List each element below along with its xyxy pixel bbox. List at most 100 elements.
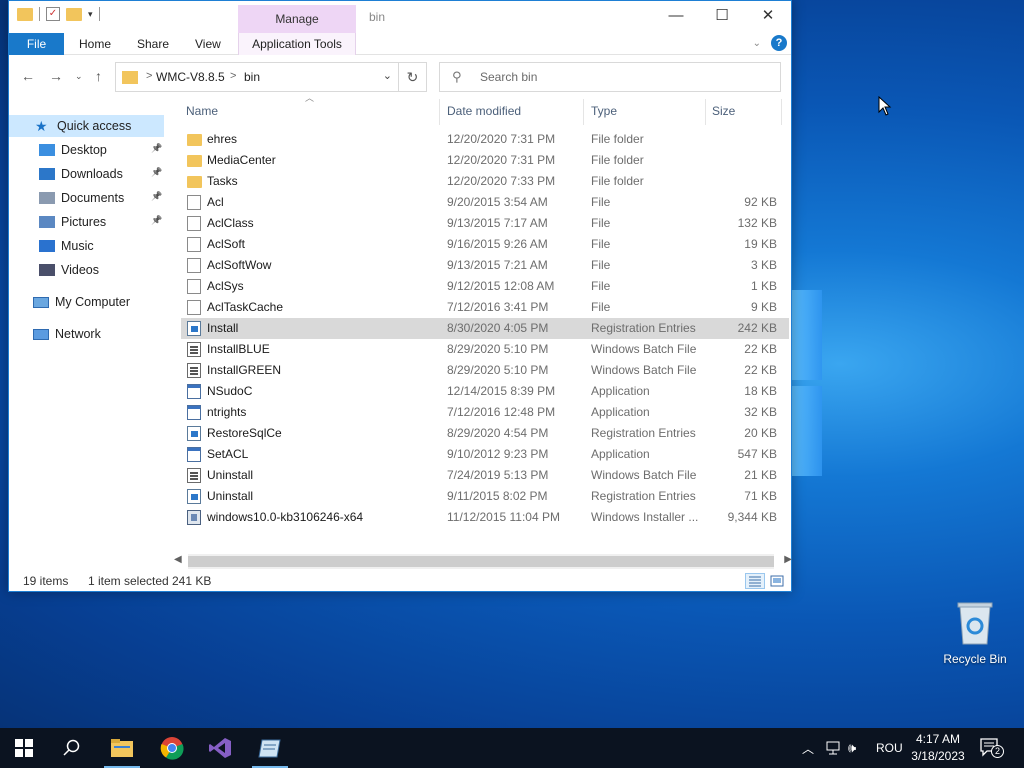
file-row[interactable]: AclSoftWow 9/13/2015 7:21 AM File 3 KB [181,255,789,276]
address-history-chevron-icon[interactable]: ⌄ [383,69,392,82]
action-center-button[interactable]: 2 [978,736,1004,760]
nav-my-computer[interactable]: My Computer [33,291,130,313]
breadcrumb-wmc[interactable]: WMC-V8.8.5 [156,70,225,84]
system-clock[interactable]: 4:17 AM 3/18/2023 [904,731,972,765]
show-hidden-icons-chevron-icon[interactable]: ︿ [802,728,814,768]
input-language[interactable]: ROU [876,728,903,768]
file-name: Install [207,321,239,335]
customize-toolbar-chevron-icon[interactable]: ▾ [88,9,93,20]
help-icon[interactable]: ? [771,35,787,51]
file-row[interactable]: ehres 12/20/2020 7:31 PM File folder [181,129,789,150]
tab-file[interactable]: File [9,33,64,55]
sidebar-item-music[interactable]: Music [39,235,94,257]
search-input[interactable]: Search bin [480,70,537,84]
navigation-pane: ★ Quick access Desktop 📌 Downloads 📌 Documen… [9,105,169,559]
file-date: 9/11/2015 8:02 PM [447,489,548,503]
column-header-type[interactable]: Type [591,97,617,125]
folder-icon [17,7,33,21]
file-name: NSudoC [207,384,253,398]
close-button[interactable]: ✕ [745,1,791,31]
expand-ribbon-chevron-icon[interactable]: ⌄ [753,38,761,49]
volume-icon[interactable]: 🕪 [848,728,856,768]
taskbar-visual-studio[interactable] [196,728,244,768]
tab-view[interactable]: View [185,33,231,55]
file-row[interactable]: InstallGREEN 8/29/2020 5:10 PM Windows Bat… [181,360,789,381]
refresh-icon[interactable]: ↻ [398,63,426,91]
taskbar-notepad[interactable] [246,728,294,768]
file-row[interactable]: windows10.0-kb3106246-x64 11/12/2015 11:0… [181,507,789,528]
file-file-icon [187,258,201,273]
address-bar[interactable]: > WMC-V8.8.5 > bin ⌄ ↻ [115,62,427,92]
scrollbar-thumb[interactable] [188,556,774,567]
sidebar-item-downloads[interactable]: Downloads [39,163,123,185]
file-name: ntrights [207,405,247,419]
search-button[interactable] [48,728,96,768]
column-header-size[interactable]: Size [712,97,735,125]
column-header-name[interactable]: Name [186,97,218,125]
file-type: File [591,300,611,314]
new-folder-icon[interactable] [66,7,82,21]
back-arrow-icon[interactable]: ← [21,68,35,84]
pin-icon[interactable]: 📌 [151,215,162,226]
sidebar-item-videos[interactable]: Videos [39,259,99,281]
file-type: Application [591,405,650,419]
pin-icon[interactable]: 📌 [151,167,162,178]
sidebar-item-desktop[interactable]: Desktop [39,139,107,161]
properties-icon[interactable]: ✓ [46,7,60,21]
sidebar-item-pictures[interactable]: Pictures [39,211,106,233]
details-view-button[interactable] [745,573,765,589]
folder-icon [187,176,202,188]
minimize-button[interactable]: — [653,1,699,31]
forward-arrow-icon[interactable]: → [49,68,63,84]
breadcrumb-separator: > [146,70,153,82]
column-header-date[interactable]: Date modified [447,97,521,125]
file-row[interactable]: InstallBLUE 8/29/2020 5:10 PM Windows Batc… [181,339,789,360]
taskbar-chrome[interactable] [148,728,196,768]
file-row[interactable]: SetACL 9/10/2012 9:23 PM Application 547 KB [181,444,789,465]
start-icon [15,739,33,757]
search-icon: ⚲ [452,69,462,84]
file-row[interactable]: AclSoft 9/16/2015 9:26 AM File 19 KB [181,234,789,255]
file-date: 12/20/2020 7:31 PM [447,132,556,146]
file-date: 8/30/2020 4:05 PM [447,321,549,335]
scroll-left-icon[interactable]: ◀ [174,554,182,565]
nav-quick-access[interactable]: ★ Quick access [9,115,164,137]
nav-network[interactable]: Network [33,323,101,345]
file-row[interactable]: AclTaskCache 7/12/2016 3:41 PM File 9 KB [181,297,789,318]
scroll-right-icon[interactable]: ▶ [784,554,792,565]
file-row[interactable]: Install 8/30/2020 4:05 PM Registration Ent… [181,318,789,339]
file-row[interactable]: NSudoC 12/14/2015 8:39 PM Application 18 KB [181,381,789,402]
status-bar: 19 items 1 item selected 241 KB [9,571,791,591]
up-arrow-icon[interactable]: ↑ [95,68,102,84]
tab-application-tools[interactable]: Application Tools [238,33,356,55]
large-icons-view-button[interactable] [767,573,787,589]
file-row[interactable]: Acl 9/20/2015 3:54 AM File 92 KB [181,192,789,213]
file-row[interactable]: AclClass 9/13/2015 7:17 AM File 132 KB [181,213,789,234]
tab-manage[interactable]: Manage [238,5,356,33]
maximize-button[interactable]: ☐ [699,1,745,31]
file-row[interactable]: Uninstall 7/24/2019 5:13 PM Windows Batch … [181,465,789,486]
file-type: Registration Entries [591,426,696,440]
pin-icon[interactable]: 📌 [151,143,162,154]
file-row[interactable]: Tasks 12/20/2020 7:33 PM File folder [181,171,789,192]
documents-icon [39,192,55,204]
recycle-bin-shortcut[interactable]: Recycle Bin [938,600,1012,666]
start-button[interactable] [0,728,48,768]
pin-icon[interactable]: 📌 [151,191,162,202]
recent-locations-chevron-icon[interactable]: ⌄ [75,71,83,82]
file-row[interactable]: AclSys 9/12/2015 12:08 AM File 1 KB [181,276,789,297]
sort-ascending-icon: ︿ [305,93,315,103]
horizontal-scrollbar[interactable]: ◀ ▶ [172,553,792,570]
breadcrumb-bin[interactable]: bin [244,70,260,84]
file-row[interactable]: Uninstall 9/11/2015 8:02 PM Registration E… [181,486,789,507]
network-status-icon[interactable] [826,728,842,768]
sidebar-item-documents[interactable]: Documents [39,187,124,209]
file-row[interactable]: ntrights 7/12/2016 12:48 PM Application 32 … [181,402,789,423]
tab-home[interactable]: Home [69,33,121,55]
file-row[interactable]: RestoreSqlCe 8/29/2020 4:54 PM Registratio… [181,423,789,444]
file-size: 21 KB [744,468,777,482]
search-box[interactable]: ⚲ Search bin [439,62,781,92]
taskbar-file-explorer[interactable] [98,728,146,768]
tab-share[interactable]: Share [127,33,179,55]
file-row[interactable]: MediaCenter 12/20/2020 7:31 PM File folder [181,150,789,171]
